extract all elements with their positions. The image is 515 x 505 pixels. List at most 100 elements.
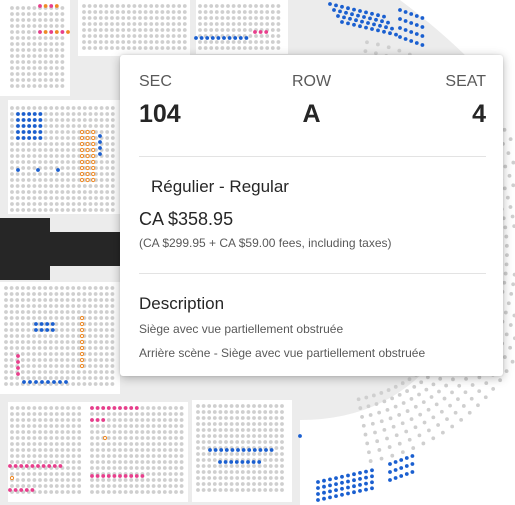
seat[interactable] <box>32 340 36 344</box>
seat[interactable] <box>110 304 115 308</box>
seat[interactable] <box>21 106 26 110</box>
seat[interactable] <box>268 410 273 414</box>
seat[interactable] <box>88 298 92 302</box>
seat[interactable] <box>123 406 128 410</box>
seat[interactable] <box>235 434 240 438</box>
seat[interactable] <box>60 412 65 416</box>
seat[interactable] <box>411 446 416 450</box>
seat[interactable] <box>43 196 48 200</box>
seat[interactable] <box>71 190 76 194</box>
seat[interactable] <box>101 474 106 478</box>
seat[interactable] <box>236 448 240 452</box>
seat[interactable] <box>90 430 94 434</box>
seat[interactable] <box>71 430 76 434</box>
seat[interactable] <box>201 476 206 480</box>
seat[interactable] <box>71 316 76 320</box>
seat[interactable] <box>32 142 37 146</box>
seat[interactable] <box>77 418 82 422</box>
seat[interactable] <box>104 304 109 308</box>
seat[interactable] <box>132 46 137 50</box>
seat[interactable] <box>171 40 176 44</box>
seat[interactable] <box>110 358 115 362</box>
seat[interactable] <box>10 18 14 22</box>
seat[interactable] <box>134 484 139 488</box>
seat[interactable] <box>15 142 20 146</box>
seat[interactable] <box>60 418 65 422</box>
seat[interactable] <box>121 22 126 26</box>
seat[interactable] <box>43 346 48 350</box>
seat[interactable] <box>182 40 187 44</box>
seat[interactable] <box>166 4 170 8</box>
seat[interactable] <box>41 464 46 468</box>
seat[interactable] <box>54 352 59 356</box>
seat[interactable] <box>26 472 31 476</box>
seat[interactable] <box>79 147 85 153</box>
seat[interactable] <box>26 78 31 82</box>
seat[interactable] <box>110 376 115 380</box>
seat[interactable] <box>328 489 332 494</box>
seat[interactable] <box>10 36 14 40</box>
seat[interactable] <box>410 454 415 458</box>
seat[interactable] <box>146 448 150 452</box>
seat[interactable] <box>66 130 70 134</box>
seat[interactable] <box>224 404 228 408</box>
seat[interactable] <box>54 172 59 176</box>
seat[interactable] <box>26 30 31 34</box>
seat[interactable] <box>182 28 187 32</box>
seat[interactable] <box>414 23 419 27</box>
seat[interactable] <box>106 412 111 416</box>
seat[interactable] <box>413 425 418 430</box>
seat[interactable] <box>149 46 154 50</box>
seat[interactable] <box>60 484 65 488</box>
seat[interactable] <box>388 416 393 421</box>
seat[interactable] <box>182 46 187 50</box>
seat[interactable] <box>60 478 65 482</box>
seat[interactable] <box>240 422 245 426</box>
seat[interactable] <box>388 462 392 466</box>
seat[interactable] <box>54 286 59 290</box>
seat[interactable] <box>93 22 98 26</box>
seat[interactable] <box>196 464 200 468</box>
seat[interactable] <box>179 478 184 482</box>
seat[interactable] <box>280 416 284 420</box>
seat[interactable] <box>224 476 228 480</box>
seat[interactable] <box>9 370 14 374</box>
seat[interactable] <box>9 316 14 320</box>
seat[interactable] <box>32 84 37 88</box>
seat[interactable] <box>21 148 26 152</box>
seat[interactable] <box>43 78 48 82</box>
seat[interactable] <box>38 12 42 16</box>
seat[interactable] <box>123 460 128 464</box>
seat[interactable] <box>20 376 25 380</box>
seat[interactable] <box>60 148 65 152</box>
seat[interactable] <box>82 370 87 374</box>
seat[interactable] <box>207 434 212 438</box>
seat[interactable] <box>65 322 70 326</box>
seat[interactable] <box>352 478 356 483</box>
seat[interactable] <box>10 430 14 434</box>
seat[interactable] <box>54 406 59 410</box>
seat[interactable] <box>268 434 273 438</box>
seat[interactable] <box>123 478 128 482</box>
seat[interactable] <box>71 106 76 110</box>
seat[interactable] <box>257 488 262 492</box>
seat[interactable] <box>65 364 70 368</box>
seat[interactable] <box>179 472 184 476</box>
seat[interactable] <box>280 446 284 450</box>
seat[interactable] <box>50 322 55 326</box>
seat[interactable] <box>129 454 134 458</box>
seat[interactable] <box>224 440 228 444</box>
seat[interactable] <box>49 54 54 58</box>
seat[interactable] <box>60 160 65 164</box>
seat[interactable] <box>182 10 187 14</box>
seat[interactable] <box>26 358 31 362</box>
seat[interactable] <box>110 316 115 320</box>
seat[interactable] <box>380 19 384 24</box>
seat[interactable] <box>377 410 382 415</box>
seat[interactable] <box>85 129 90 135</box>
seat[interactable] <box>207 464 212 468</box>
seat[interactable] <box>358 489 362 493</box>
seat[interactable] <box>246 440 251 444</box>
seat[interactable] <box>201 464 206 468</box>
seat[interactable] <box>220 28 225 32</box>
